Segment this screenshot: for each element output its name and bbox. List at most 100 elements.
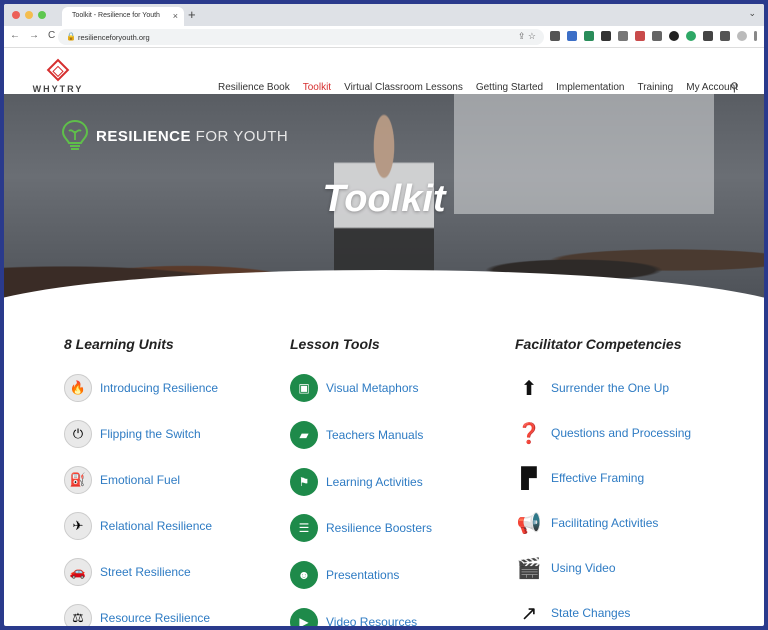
list-item-street-resilience[interactable]: 🚗 Street Resilience [64,558,191,586]
item-label[interactable]: Relational Resilience [100,519,212,533]
extension-icon[interactable] [550,31,560,41]
list-item-video-resources[interactable]: ▶ Video Resources [290,608,417,626]
item-label[interactable]: Flipping the Switch [100,427,201,441]
item-label[interactable]: Video Resources [326,615,417,626]
tab-menu-icon[interactable]: ⌄ [748,8,756,19]
item-label[interactable]: Teachers Manuals [326,428,423,442]
page-title: Toolkit [322,178,446,220]
extension-icon[interactable] [618,31,628,41]
extension-icon[interactable] [686,31,696,41]
main-nav: Resilience Book Toolkit Virtual Classroo… [218,82,738,93]
reload-icon[interactable]: C [48,30,55,41]
list-item-relational-resilience[interactable]: ✈ Relational Resilience [64,512,212,540]
nav-item-virtual-classroom-lessons[interactable]: Virtual Classroom Lessons [344,82,463,93]
forward-icon[interactable]: → [29,30,39,41]
switch-icon: ⏻ [64,420,92,448]
tab-title: Toolkit - Resilience for Youth [72,12,160,19]
resilience-for-youth-logo: RESILIENCE FOR YOUTH [60,118,288,154]
learning-units-column: 8 Learning Units 🔥 Introducing Resilience… [64,336,218,626]
nav-item-resilience-book[interactable]: Resilience Book [218,82,290,93]
brand-bold-text: RESILIENCE [96,127,192,145]
extension-icon[interactable] [567,31,577,41]
list-item-surrender-the-one-up[interactable]: ⬆ Surrender the One Up [515,374,669,402]
list-item-emotional-fuel[interactable]: ⛽ Emotional Fuel [64,466,180,494]
presenter-icon: ☻ [290,561,318,589]
list-item-introducing-resilience[interactable]: 🔥 Introducing Resilience [64,374,218,402]
browser-tab[interactable]: Toolkit - Resilience for Youth × [62,7,184,26]
item-label[interactable]: Using Video [551,561,616,575]
nav-item-toolkit[interactable]: Toolkit [303,82,331,93]
list-item-visual-metaphors[interactable]: ▣ Visual Metaphors [290,374,419,402]
item-label[interactable]: Learning Activities [326,475,423,489]
minimize-window-button[interactable] [25,11,33,19]
extension-icon[interactable] [584,31,594,41]
item-label[interactable]: Facilitating Activities [551,516,658,530]
arrow-up-icon: ⬆ [520,377,538,400]
external-arrow-icon: ↗ [520,602,538,625]
url-field[interactable]: 🔒 resilienceforyouth.org ⇪ ☆ [58,29,544,45]
profile-avatar[interactable] [737,31,747,41]
list-item-learning-activities[interactable]: ⚑ Learning Activities [290,468,423,496]
lightbulb-icon [61,119,89,150]
lesson-tools-column: Lesson Tools ▣ Visual Metaphors ▰ Teachers… [290,336,432,626]
item-label[interactable]: Presentations [326,568,399,582]
item-label[interactable]: Emotional Fuel [100,473,180,487]
fire-icon: 🔥 [64,374,92,402]
more-menu-icon[interactable] [754,31,757,41]
flag-icon: ⚑ [290,468,318,496]
item-label[interactable]: Resilience Boosters [326,521,432,535]
list-item-effective-framing[interactable]: ▛ Effective Framing [515,464,644,492]
lock-icon: 🔒 [66,32,76,41]
clipboard-icon: ☰ [290,514,318,542]
maximize-window-button[interactable] [38,11,46,19]
list-item-flipping-the-switch[interactable]: ⏻ Flipping the Switch [64,420,201,448]
tab-strip: Toolkit - Resilience for Youth × + ⌄ [4,4,764,26]
question-icon: ❓ [516,422,542,445]
item-label[interactable]: Effective Framing [551,471,644,485]
item-label[interactable]: Street Resilience [100,565,191,579]
omnibox-action-icons[interactable]: ⇪ ☆ [518,31,536,42]
new-tab-button[interactable]: + [188,7,196,22]
nav-item-implementation[interactable]: Implementation [556,82,624,93]
back-icon[interactable]: ← [10,30,20,41]
nav-item-getting-started[interactable]: Getting Started [476,82,543,93]
list-item-resource-resilience[interactable]: ⚖ Resource Resilience [64,604,210,626]
megaphone-icon: 📢 [516,512,542,535]
item-label[interactable]: Introducing Resilience [100,381,218,395]
presentation-icon: ▣ [290,374,318,402]
column-heading: Lesson Tools [290,336,380,352]
list-item-teachers-manuals[interactable]: ▰ Teachers Manuals [290,421,423,449]
frame-icon: ▛ [521,467,537,490]
logo-mark-icon [46,58,70,82]
list-item-facilitating-activities[interactable]: 📢 Facilitating Activities [515,509,659,537]
list-item-state-changes[interactable]: ↗ State Changes [515,599,631,626]
extension-icon[interactable] [652,31,662,41]
search-icon[interactable]: ⚲ [730,80,739,94]
puzzle-icon[interactable] [703,31,713,41]
relational-icon: ✈ [64,512,92,540]
extension-icon[interactable] [601,31,611,41]
extension-icon[interactable] [669,31,679,41]
close-window-button[interactable] [12,11,20,19]
item-label[interactable]: Questions and Processing [551,426,691,440]
list-item-resilience-boosters[interactable]: ☰ Resilience Boosters [290,514,432,542]
browser-window: Toolkit - Resilience for Youth × + ⌄ ← →… [4,4,764,626]
tab-close-icon[interactable]: × [173,11,178,21]
sidebar-icon[interactable] [720,31,730,41]
nav-item-training[interactable]: Training [637,82,673,93]
item-label[interactable]: Resource Resilience [100,611,210,625]
item-label[interactable]: Visual Metaphors [326,381,419,395]
extension-icon[interactable] [635,31,645,41]
facilitator-competencies-column: Facilitator Competencies ⬆ Surrender the … [515,336,691,625]
nav-buttons: ← → C [10,30,55,41]
item-label[interactable]: Surrender the One Up [551,381,669,395]
list-item-questions-and-processing[interactable]: ❓ Questions and Processing [515,419,692,447]
list-item-using-video[interactable]: 🎬 Using Video [515,554,616,582]
extension-icons [550,31,757,41]
fuel-icon: ⛽ [64,466,92,494]
item-label[interactable]: State Changes [551,606,630,620]
url-text: resilienceforyouth.org [78,33,150,42]
whytry-logo[interactable]: WHYTRY [32,58,84,94]
list-item-presentations[interactable]: ☻ Presentations [290,561,399,589]
resource-icon: ⚖ [64,604,92,626]
